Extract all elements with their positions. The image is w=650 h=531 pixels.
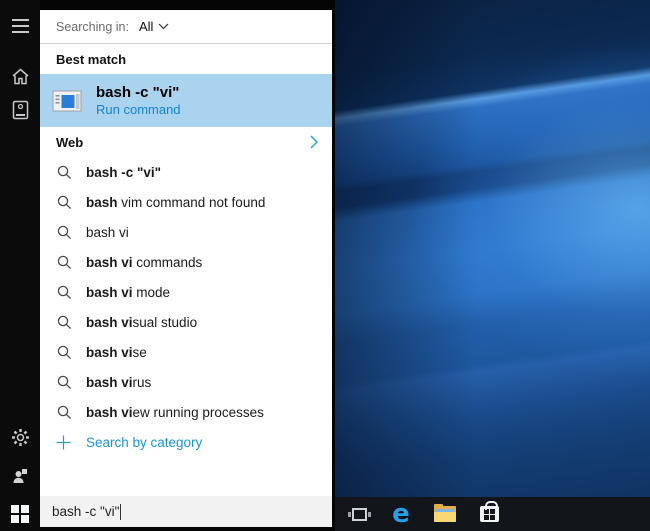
start-button[interactable] — [0, 497, 40, 531]
task-view-glyph — [347, 507, 371, 521]
web-suggestion-item[interactable]: bash view running processes — [40, 397, 332, 427]
web-suggestion-item[interactable]: bash vi commands — [40, 247, 332, 277]
desktop-wallpaper — [335, 0, 650, 497]
hamburger-glyph — [11, 19, 29, 33]
run-command-window-icon — [52, 90, 82, 111]
search-input[interactable]: bash -c "vi" — [40, 496, 332, 527]
best-match-text: bash -c "vi" Run command — [96, 84, 181, 118]
home-glyph — [12, 68, 28, 84]
best-match-section-label: Best match — [56, 51, 127, 67]
notebook-icon[interactable] — [0, 93, 40, 127]
suggestion-text: bash vi — [86, 224, 129, 240]
store-bag-glyph — [479, 501, 499, 522]
search-by-category-label: Search by category — [86, 435, 203, 450]
settings-gear-icon[interactable] — [0, 420, 40, 454]
search-icon — [56, 164, 73, 181]
chevron-right-icon[interactable] — [310, 135, 318, 149]
windows-store-icon[interactable] — [475, 497, 503, 531]
taskbar: e — [335, 497, 650, 531]
suggestion-text: bash view running processes — [86, 404, 264, 420]
search-panel: Searching in: All Best match bash -c "vi… — [40, 10, 332, 527]
feedback-icon[interactable] — [0, 458, 40, 492]
web-suggestion-item[interactable]: bash vim command not found — [40, 187, 332, 217]
panel-spacer — [40, 458, 332, 496]
web-section-header[interactable]: Web — [40, 127, 332, 157]
search-icon — [56, 374, 73, 391]
windows-logo-icon — [11, 505, 29, 523]
text-caret — [120, 503, 122, 520]
windows-desktop-screen: e Searching in: All Best match bash -c "… — [0, 0, 650, 531]
best-match-item[interactable]: bash -c "vi" Run command — [40, 74, 332, 127]
search-icon — [56, 284, 73, 301]
gear-glyph — [11, 428, 29, 446]
scope-value[interactable]: All — [139, 19, 153, 34]
search-icon — [56, 254, 73, 271]
web-section-label: Web — [56, 134, 84, 150]
search-panel-frame: Searching in: All Best match bash -c "vi… — [40, 0, 335, 531]
web-suggestion-item[interactable]: bash virus — [40, 367, 332, 397]
suggestion-text: bash virus — [86, 374, 152, 390]
search-icon — [56, 224, 73, 241]
notebook-glyph — [12, 100, 28, 120]
search-icon — [56, 314, 73, 331]
edge-e-glyph: e — [392, 499, 410, 529]
search-icon — [56, 194, 73, 211]
search-scope-row: Searching in: All — [40, 10, 332, 44]
folder-glyph — [434, 504, 456, 522]
scope-label: Searching in: — [56, 19, 129, 34]
feedback-glyph — [13, 468, 27, 483]
home-icon[interactable] — [0, 59, 40, 93]
search-icon — [56, 344, 73, 361]
suggestion-text: bash vise — [86, 344, 147, 360]
suggestion-text: bash vim command not found — [86, 194, 266, 210]
web-suggestion-item[interactable]: bash vi — [40, 217, 332, 247]
best-match-subtitle: Run command — [96, 101, 181, 117]
web-suggestions-list: bash -c "vi" bash vim command not found … — [40, 157, 332, 427]
web-suggestion-item[interactable]: bash -c "vi" — [40, 157, 332, 187]
task-view-icon[interactable] — [345, 497, 373, 531]
search-by-category-link[interactable]: Search by category — [40, 427, 332, 458]
menu-icon[interactable] — [0, 9, 40, 43]
suggestion-text: bash -c "vi" — [86, 164, 162, 180]
chevron-down-icon[interactable] — [158, 23, 169, 30]
web-suggestion-item[interactable]: bash vi mode — [40, 277, 332, 307]
suggestion-text: bash vi commands — [86, 254, 203, 270]
suggestion-text: bash vi mode — [86, 284, 171, 300]
edge-browser-icon[interactable]: e — [387, 497, 415, 531]
plus-icon — [56, 435, 71, 450]
suggestion-text: bash visual studio — [86, 314, 198, 330]
search-input-value: bash -c "vi" — [52, 504, 120, 519]
web-suggestion-item[interactable]: bash vise — [40, 337, 332, 367]
search-icon — [56, 404, 73, 421]
web-suggestion-item[interactable]: bash visual studio — [40, 307, 332, 337]
best-match-title: bash -c "vi" — [96, 83, 180, 101]
cortana-sidebar — [0, 0, 40, 531]
file-explorer-icon[interactable] — [431, 497, 459, 531]
